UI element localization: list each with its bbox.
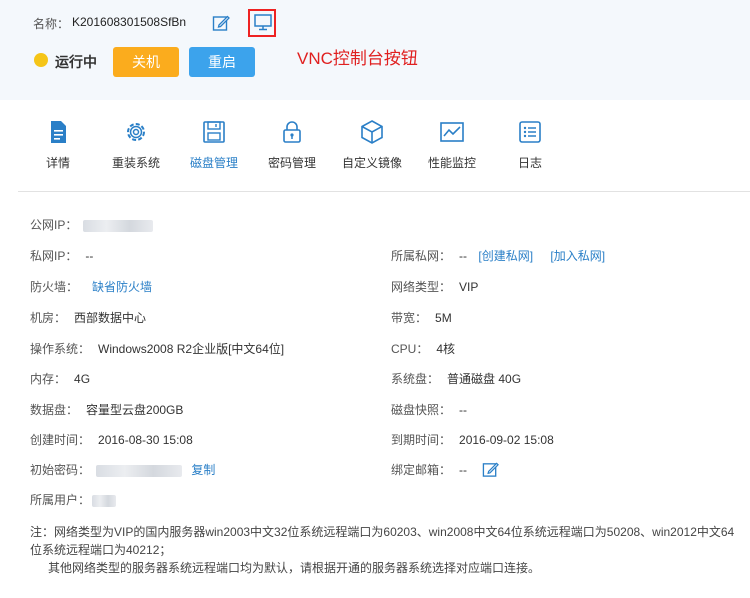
vnc-annotation: VNC控制台按钮 <box>297 49 418 68</box>
snapshot-value: -- <box>459 403 468 417</box>
create-private-net-link[interactable]: [创建私网] <box>478 249 533 263</box>
tab-label: 磁盘管理 <box>189 156 238 170</box>
data-disk-value: 容量型云盘200GB <box>86 403 184 417</box>
system-disk-value: 普通磁盘 40G <box>447 372 522 386</box>
snapshot-row: 磁盘快照： -- <box>391 401 467 418</box>
tab-monitor[interactable]: 性能监控 <box>412 110 492 171</box>
tab-password[interactable]: 密码管理 <box>252 110 332 171</box>
private-ip-row: 私网IP： -- <box>30 247 93 264</box>
tab-label: 详情 <box>45 156 70 170</box>
init-password-redacted <box>96 464 183 477</box>
created-label: 创建时间： <box>30 433 91 447</box>
vnc-console-button[interactable] <box>248 9 276 37</box>
bandwidth-label: 带宽： <box>391 311 428 325</box>
join-private-net-link[interactable]: [加入私网] <box>550 249 605 263</box>
firewall-label: 防火墙： <box>30 280 79 294</box>
edit-name-icon[interactable] <box>212 14 230 32</box>
data-disk-label: 数据盘： <box>30 403 79 417</box>
room-row: 机房： 西部数据中心 <box>30 309 146 326</box>
note-line-2: 其他网络类型的服务器系统远程端口均为默认，请根据开通的服务器系统选择对应端口连接… <box>48 561 541 575</box>
status-indicator-icon <box>34 53 48 67</box>
net-type-label: 网络类型： <box>391 280 452 294</box>
private-net-row: 所属私网： -- [创建私网] [加入私网] <box>391 247 605 264</box>
tab-log[interactable]: 日志 <box>490 110 570 171</box>
room-value: 西部数据中心 <box>74 311 147 325</box>
memory-row: 内存： 4G <box>30 370 90 387</box>
owner-label: 所属用户： <box>30 493 91 507</box>
init-password-label: 初始密码： <box>30 463 91 477</box>
copy-password-link[interactable]: 复制 <box>191 463 215 477</box>
owner-row: 所属用户： <box>30 491 117 508</box>
created-value: 2016-08-30 15:08 <box>98 433 193 447</box>
tab-label: 密码管理 <box>267 156 316 170</box>
bandwidth-value: 5M <box>435 311 452 325</box>
owner-redacted <box>92 494 117 507</box>
expire-label: 到期时间： <box>391 433 452 447</box>
note-line-1: 注：网络类型为VIP的国内服务器win2003中文32位系统远程端口为60203… <box>30 525 735 557</box>
document-icon <box>51 121 66 143</box>
memory-value: 4G <box>74 372 91 386</box>
memory-label: 内存： <box>30 372 67 386</box>
monitor-icon <box>254 14 272 31</box>
bandwidth-row: 带宽： 5M <box>391 309 452 326</box>
created-row: 创建时间： 2016-08-30 15:08 <box>30 431 193 448</box>
room-label: 机房： <box>30 311 67 325</box>
private-net-value: -- <box>459 249 468 263</box>
public-ip-row: 公网IP： <box>30 216 154 233</box>
os-row: 操作系统： Windows2008 R2企业版[中文64位] <box>30 340 284 357</box>
shutdown-button[interactable]: 关机 <box>113 47 179 77</box>
tab-label: 自定义镜像 <box>341 156 402 170</box>
private-net-label: 所属私网： <box>391 249 452 263</box>
os-value: Windows2008 R2企业版[中文64位] <box>98 342 285 356</box>
private-ip-label: 私网IP： <box>30 249 78 263</box>
chart-icon <box>440 122 464 142</box>
instance-header: 名称： K201608301508SfBn VNC控制台按钮 运行中 关机 重启 <box>0 0 750 100</box>
email-row: 绑定邮箱： -- <box>391 461 500 481</box>
lock-icon <box>283 121 301 143</box>
instance-name: K201608301508SfBn <box>72 15 187 29</box>
gear-icon <box>127 123 145 141</box>
cpu-label: CPU： <box>391 342 429 356</box>
firewall-row: 防火墙： 缺省防火墙 <box>30 278 152 295</box>
tab-reinstall[interactable]: 重装系统 <box>96 110 176 171</box>
tab-bar: 详情 重装系统 磁盘管理 密码管理 自定义镜像 性能监控 日志 <box>18 110 750 192</box>
tab-custom-image[interactable]: 自定义镜像 <box>332 110 412 171</box>
snapshot-label: 磁盘快照： <box>391 403 452 417</box>
system-disk-row: 系统盘： 普通磁盘 40G <box>391 370 521 387</box>
os-label: 操作系统： <box>30 342 91 356</box>
tab-label: 重装系统 <box>111 156 160 170</box>
disk-icon <box>203 121 225 143</box>
expire-value: 2016-09-02 15:08 <box>459 433 554 447</box>
email-label: 绑定邮箱： <box>391 463 452 478</box>
cpu-value: 4核 <box>436 342 456 356</box>
firewall-link[interactable]: 缺省防火墙 <box>92 280 152 294</box>
cube-icon <box>361 120 383 144</box>
edit-email-icon[interactable] <box>482 461 500 481</box>
port-note: 注：网络类型为VIP的国内服务器win2003中文32位系统远程端口为60203… <box>30 523 738 577</box>
net-type-row: 网络类型： VIP <box>391 278 478 295</box>
tab-label: 日志 <box>517 156 542 170</box>
expire-row: 到期时间： 2016-09-02 15:08 <box>391 431 554 448</box>
private-ip-value: -- <box>85 249 94 263</box>
net-type-value: VIP <box>459 280 479 294</box>
tab-disk[interactable]: 磁盘管理 <box>174 110 254 171</box>
public-ip-redacted <box>83 219 154 232</box>
data-disk-row: 数据盘： 容量型云盘200GB <box>30 401 183 418</box>
status-text: 运行中 <box>55 54 97 70</box>
init-password-row: 初始密码： 复制 <box>30 461 215 478</box>
cpu-row: CPU： 4核 <box>391 340 455 357</box>
list-icon <box>519 121 541 143</box>
restart-button[interactable]: 重启 <box>189 47 255 77</box>
public-ip-label: 公网IP： <box>30 218 78 232</box>
tab-details[interactable]: 详情 <box>18 110 98 171</box>
name-label: 名称： <box>33 17 70 31</box>
tab-label: 性能监控 <box>427 156 476 170</box>
system-disk-label: 系统盘： <box>391 372 440 386</box>
email-value: -- <box>459 463 468 478</box>
